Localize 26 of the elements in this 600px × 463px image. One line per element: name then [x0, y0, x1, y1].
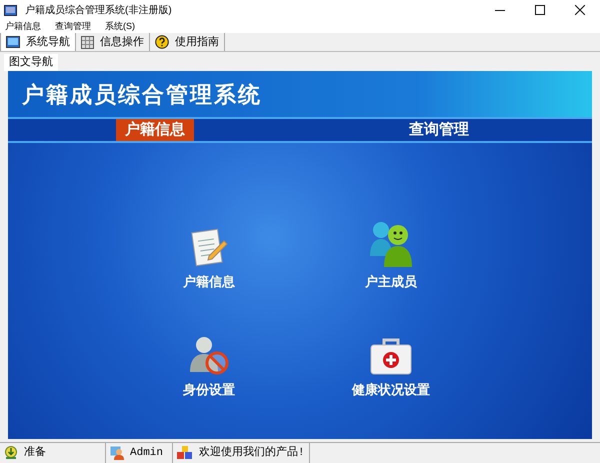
status-text: 欢迎使用我们的产品! — [199, 444, 305, 461]
nav-tile[interactable]: 身份设置 — [118, 291, 300, 399]
grid-icon — [81, 36, 94, 48]
status-text: 准备 — [24, 445, 46, 461]
first-aid-kit-icon — [369, 336, 413, 376]
menu-item[interactable]: 查询管理 — [55, 22, 91, 31]
nav-tab[interactable]: 户籍信息 — [116, 119, 194, 141]
banner-title: 户籍成员综合管理系统 — [22, 80, 262, 108]
window-title: 户籍成员综合管理系统(非注册版) — [25, 4, 172, 18]
toolbar-tab[interactable]: 系统导航 — [0, 33, 76, 51]
menu-item[interactable]: 系统(S) — [105, 22, 135, 31]
monitor-icon — [6, 36, 20, 48]
app-icon — [4, 4, 17, 16]
notepad-pencil-icon — [189, 228, 229, 268]
maximize-icon — [535, 5, 545, 15]
status-text: Admin — [130, 446, 164, 461]
menu-item[interactable]: 户籍信息 — [5, 22, 41, 31]
nav-tile[interactable]: 健康状况设置 — [300, 291, 482, 399]
user-icon — [110, 446, 124, 460]
nav-tile[interactable]: 户主成员 — [300, 183, 482, 291]
blocks-icon — [177, 446, 193, 460]
help-icon — [155, 35, 169, 49]
page-tab[interactable]: 图文导航 — [4, 54, 58, 71]
nav-tile[interactable]: 户籍信息 — [118, 183, 300, 291]
close-icon — [575, 5, 585, 15]
nav-tab[interactable]: 查询管理 — [400, 119, 478, 141]
